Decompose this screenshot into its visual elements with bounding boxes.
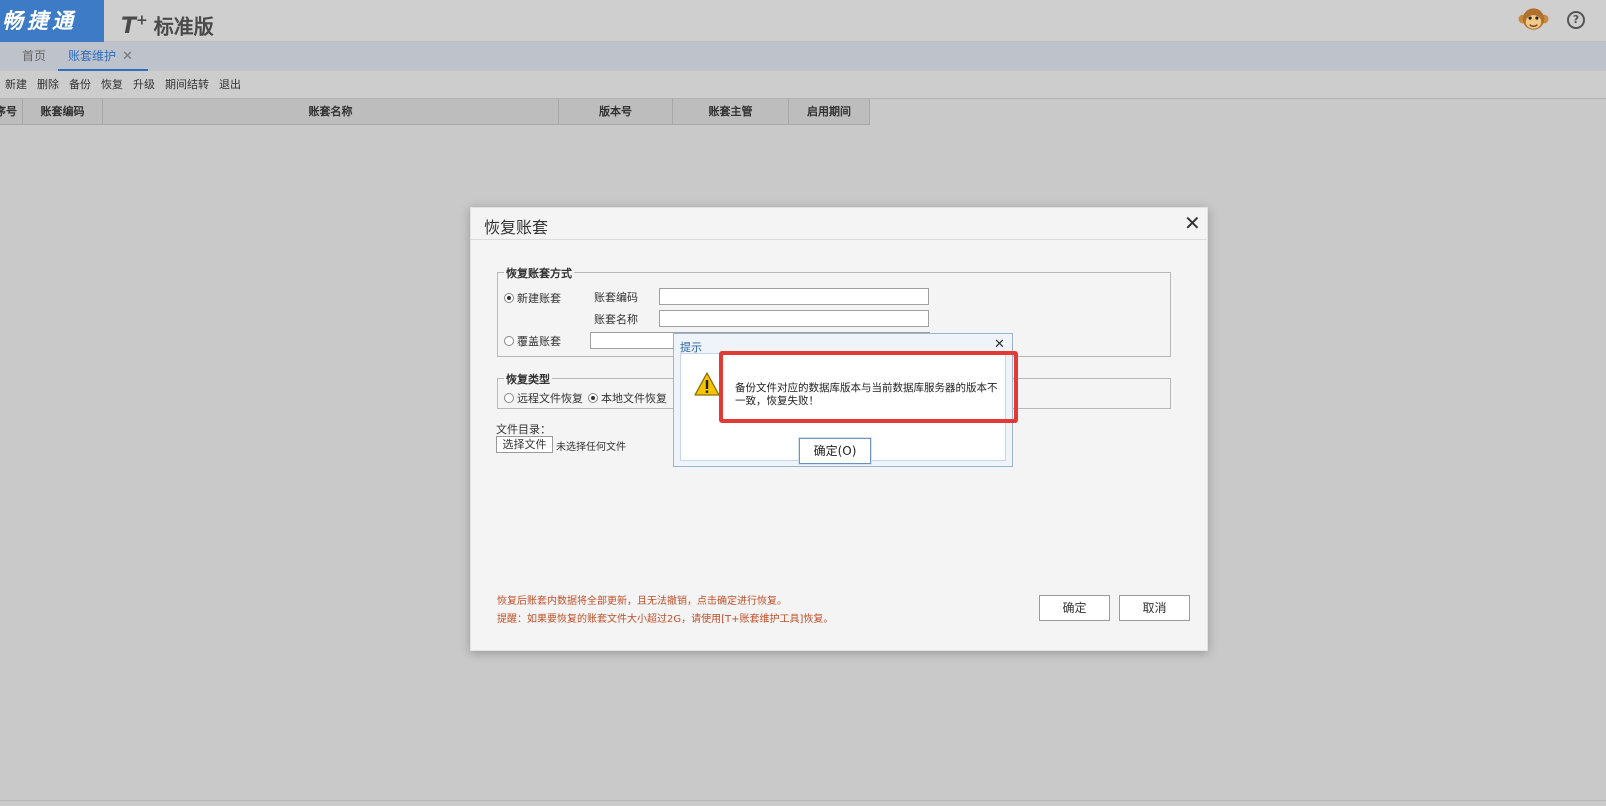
dialog-ok-button[interactable]: 确定 <box>1039 595 1110 621</box>
monkey-avatar-icon[interactable] <box>1518 5 1549 35</box>
help-icon[interactable]: ? <box>1567 11 1585 29</box>
account-code-label: 账套编码 <box>594 291 638 304</box>
dialog-close-icon[interactable]: ✕ <box>1184 211 1201 235</box>
toolbar-backup-button[interactable]: 备份 <box>69 71 91 99</box>
column-header-index[interactable]: 序号 <box>0 99 23 125</box>
column-header-start-period[interactable]: 启用期间 <box>789 99 870 125</box>
no-file-selected-text: 未选择任何文件 <box>556 442 626 453</box>
remote-file-restore-radio[interactable]: 远程文件恢复 <box>504 390 583 406</box>
restore-size-reminder: 提醒：如果要恢复的账套文件大小超过2G，请使用[T+账套维护工具]恢复。 <box>497 614 834 625</box>
alert-ok-button[interactable]: 确定(O) <box>799 438 871 464</box>
radio-unchecked-icon <box>504 336 514 346</box>
toolbar-upgrade-button[interactable]: 升级 <box>133 71 155 99</box>
dialog-divider <box>471 239 1207 240</box>
tab-close-icon[interactable]: ✕ <box>122 49 133 64</box>
product-edition: 标准版 <box>153 14 214 39</box>
overwrite-account-radio[interactable]: 覆盖账套 <box>504 333 561 349</box>
toolbar-delete-button[interactable]: 删除 <box>37 71 59 99</box>
warning-icon <box>694 372 720 396</box>
product-title: T+ 标准版 <box>121 0 214 42</box>
restore-type-legend: 恢复类型 <box>504 371 552 387</box>
app-header: 畅捷通 T+ 标准版 ? <box>0 0 1606 42</box>
new-account-radio[interactable]: 新建账套 <box>504 290 561 306</box>
restore-method-legend: 恢复账套方式 <box>504 265 574 281</box>
status-bar <box>0 800 1606 806</box>
radio-unchecked-icon <box>504 393 514 403</box>
file-directory-label: 文件目录： <box>496 423 551 436</box>
brand-logo: 畅捷通 <box>0 0 104 42</box>
highlight-annotation <box>719 351 1018 423</box>
toolbar-period-carryover-button[interactable]: 期间结转 <box>165 71 209 99</box>
table-header: 序号 账套编码 账套名称 版本号 账套主管 启用期间 <box>0 99 870 125</box>
toolbar: 新建 删除 备份 恢复 升级 期间结转 退出 <box>0 71 1606 99</box>
radio-checked-icon <box>588 393 598 403</box>
dialog-cancel-button[interactable]: 取消 <box>1119 595 1190 621</box>
account-name-label: 账套名称 <box>594 313 638 326</box>
alert-close-icon[interactable]: ✕ <box>994 337 1005 352</box>
tab-label: 账套维护 <box>68 49 117 63</box>
dialog-title: 恢复账套 <box>484 218 549 237</box>
restore-warning-note: 恢复后账套内数据将全部更新，且无法撤销，点击确定进行恢复。 <box>497 596 787 607</box>
column-header-name[interactable]: 账套名称 <box>103 99 559 125</box>
toolbar-new-button[interactable]: 新建 <box>5 71 27 99</box>
radio-checked-icon <box>504 293 514 303</box>
toolbar-exit-button[interactable]: 退出 <box>219 71 241 99</box>
column-header-supervisor[interactable]: 账套主管 <box>673 99 789 125</box>
product-logo: T+ <box>121 13 148 40</box>
local-file-restore-radio[interactable]: 本地文件恢复 <box>588 390 667 406</box>
choose-file-button[interactable]: 选择文件 <box>496 436 553 453</box>
account-name-input[interactable] <box>659 310 929 327</box>
tab-home[interactable]: 首页 <box>22 42 46 71</box>
column-header-version[interactable]: 版本号 <box>559 99 673 125</box>
account-code-input[interactable] <box>659 288 929 305</box>
column-header-code[interactable]: 账套编码 <box>23 99 103 125</box>
toolbar-restore-button[interactable]: 恢复 <box>101 71 123 99</box>
tab-bar: 首页 账套维护 ✕ <box>0 42 1606 71</box>
tab-account-maintenance[interactable]: 账套维护 ✕ <box>58 42 148 71</box>
